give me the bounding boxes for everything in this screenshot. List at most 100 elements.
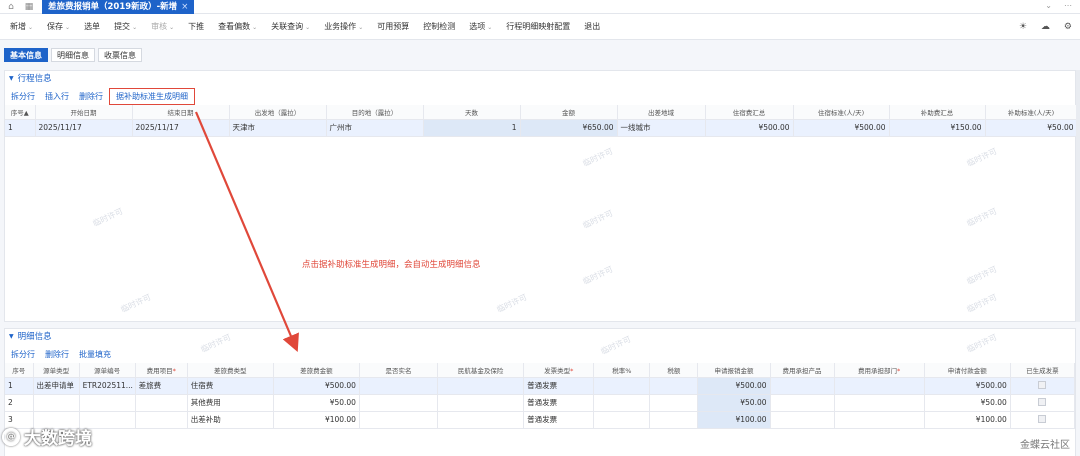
toolbar-item-4[interactable]: 审核 ⌄ (151, 21, 174, 32)
toolbar-item-9[interactable]: 可用预算 (377, 21, 409, 32)
detail-cell[interactable] (593, 394, 651, 412)
settings-icon[interactable]: ⚙ (1064, 22, 1072, 32)
detail-cell[interactable] (834, 394, 925, 412)
close-tab-icon[interactable]: × (181, 0, 188, 14)
toolbar-item-7[interactable]: 关联查询 ⌄ (271, 21, 310, 32)
apps-grid-icon[interactable]: ▦ (24, 2, 34, 12)
detail-table-row[interactable]: 3 出差补助 ¥100.00 普通发票 ¥100.00 ¥100.00 (5, 411, 1076, 429)
batch-fill-button[interactable]: 批量填充 (79, 349, 111, 360)
detail-cell[interactable]: 出差申请单 (33, 377, 80, 395)
collapse-triangle-icon[interactable]: ▼ (9, 329, 14, 345)
trip-col-header[interactable]: 补助费汇总 (889, 105, 986, 120)
detail-cell[interactable]: 住宿费 (187, 377, 274, 395)
trip-cell[interactable]: 1 (5, 119, 36, 137)
detail-cell[interactable] (649, 411, 699, 429)
trip-section-header[interactable]: ▼ 行程信息 (5, 71, 1075, 87)
generate-detail-button[interactable]: 据补助标准生成明细 (109, 87, 195, 105)
more-icon[interactable]: ⋯ (1064, 1, 1072, 10)
detail-cell[interactable] (135, 411, 188, 429)
detail-cell[interactable]: ¥50.00 (697, 394, 771, 412)
trip-cell[interactable]: ¥50.00 (985, 119, 1078, 137)
split-row-button[interactable]: 拆分行 (11, 91, 35, 102)
detail-cell[interactable] (437, 411, 525, 429)
detail-col-header[interactable]: 民航基金及保险 (437, 363, 525, 378)
detail-col-header[interactable]: 税额 (649, 363, 699, 378)
vertical-scrollbar[interactable] (1076, 70, 1080, 322)
toolbar-item-2[interactable]: 选单 (84, 21, 100, 32)
tab-invoice-info[interactable]: 收票信息 (98, 48, 142, 62)
detail-split-row-button[interactable]: 拆分行 (11, 349, 35, 360)
detail-delete-row-button[interactable]: 删除行 (45, 349, 69, 360)
invoice-generated-checkbox[interactable] (1038, 414, 1047, 423)
detail-cell[interactable] (437, 394, 525, 412)
detail-cell[interactable] (135, 394, 188, 412)
detail-col-header[interactable]: 税率% (593, 363, 651, 378)
detail-cell[interactable]: 其他费用 (187, 394, 274, 412)
trip-table-row[interactable]: 1 2025/11/17 2025/11/17 天津市 广州市 1 ¥650.00 一线城市 ¥… (5, 119, 1078, 137)
detail-cell[interactable] (1010, 377, 1076, 395)
tab-detail-info[interactable]: 明细信息 (51, 48, 95, 62)
detail-table-row[interactable]: 2 其他费用 ¥50.00 普通发票 ¥50.00 ¥50.00 (5, 394, 1076, 412)
invoice-generated-checkbox[interactable] (1038, 380, 1047, 389)
trip-cell[interactable]: ¥500.00 (793, 119, 890, 137)
detail-col-header[interactable]: 是否实名 (359, 363, 439, 378)
trip-col-header[interactable]: 出差地域 (617, 105, 706, 120)
detail-cell[interactable] (770, 394, 835, 412)
detail-cell[interactable] (770, 377, 835, 395)
trip-col-header[interactable]: 出发地（露拉） (229, 105, 327, 120)
detail-col-header[interactable]: 费用项目* (135, 363, 188, 378)
detail-cell[interactable] (770, 411, 835, 429)
trip-col-header[interactable]: 序号▲ (5, 105, 36, 120)
invoice-generated-checkbox[interactable] (1038, 397, 1047, 406)
trip-col-header[interactable]: 补助标准(人/天) (985, 105, 1078, 120)
detail-col-header[interactable]: 费用承担产品 (770, 363, 835, 378)
tab-basic-info[interactable]: 基本信息 (4, 48, 48, 62)
detail-cell[interactable]: 普通发票 (523, 411, 595, 429)
document-tab[interactable]: 差旅费报销单（2019新政）-新增 × (42, 0, 195, 14)
detail-col-header[interactable]: 申请报销金额 (697, 363, 771, 378)
lightbulb-icon[interactable]: ☀ (1019, 22, 1027, 32)
toolbar-item-13[interactable]: 退出 (584, 21, 600, 32)
toolbar-item-6[interactable]: 查看偏数 ⌄ (218, 21, 257, 32)
trip-cell[interactable]: 一线城市 (617, 119, 706, 137)
toolbar-item-0[interactable]: 新增 ⌄ (10, 21, 33, 32)
delete-row-button[interactable]: 删除行 (79, 91, 103, 102)
trip-col-header[interactable]: 结束日期 (132, 105, 230, 120)
detail-cell[interactable] (359, 394, 439, 412)
trip-cell[interactable]: 1 (423, 119, 521, 137)
detail-col-header[interactable]: 源单类型 (33, 363, 80, 378)
detail-cell[interactable] (33, 394, 80, 412)
trip-cell[interactable]: 2025/11/17 (35, 119, 133, 137)
detail-cell[interactable] (359, 377, 439, 395)
trip-col-header[interactable]: 住宿费汇总 (705, 105, 794, 120)
detail-cell[interactable]: ¥500.00 (924, 377, 1011, 395)
detail-cell[interactable] (834, 377, 925, 395)
detail-col-header[interactable]: 差旅费类型 (187, 363, 274, 378)
trip-cell[interactable]: ¥500.00 (705, 119, 794, 137)
detail-col-header[interactable]: 费用承担部门* (834, 363, 925, 378)
trip-cell[interactable]: ¥650.00 (520, 119, 618, 137)
toolbar-item-3[interactable]: 提交 ⌄ (114, 21, 137, 32)
detail-cell[interactable] (79, 394, 136, 412)
detail-cell[interactable]: 差旅费 (135, 377, 188, 395)
detail-col-header[interactable]: 序号 (5, 363, 34, 378)
detail-col-header[interactable]: 源单编号 (79, 363, 136, 378)
detail-col-header[interactable]: 申请付款金额 (924, 363, 1011, 378)
detail-cell[interactable]: 1 (5, 377, 34, 395)
detail-cell[interactable] (649, 377, 699, 395)
detail-table-row[interactable]: 1 出差申请单 ETR202511... 差旅费 住宿费 ¥500.00 普通发票 ¥500.… (5, 377, 1076, 395)
detail-cell[interactable]: ¥100.00 (924, 411, 1011, 429)
trip-cell[interactable]: 广州市 (326, 119, 424, 137)
detail-cell[interactable] (437, 377, 525, 395)
detail-section-header[interactable]: ▼ 明细信息 (5, 329, 1075, 345)
detail-col-header[interactable]: 发票类型* (523, 363, 595, 378)
detail-cell[interactable]: ¥50.00 (924, 394, 1011, 412)
collapse-triangle-icon[interactable]: ▼ (9, 71, 14, 87)
toolbar-item-5[interactable]: 下推 (188, 21, 204, 32)
toolbar-item-11[interactable]: 选项 ⌄ (469, 21, 492, 32)
detail-cell[interactable] (359, 411, 439, 429)
detail-col-header[interactable]: 差旅费金额 (273, 363, 360, 378)
trip-col-header[interactable]: 住宿标准(人/天) (793, 105, 890, 120)
detail-cell[interactable] (834, 411, 925, 429)
detail-col-header[interactable]: 已生成发票 (1010, 363, 1076, 378)
